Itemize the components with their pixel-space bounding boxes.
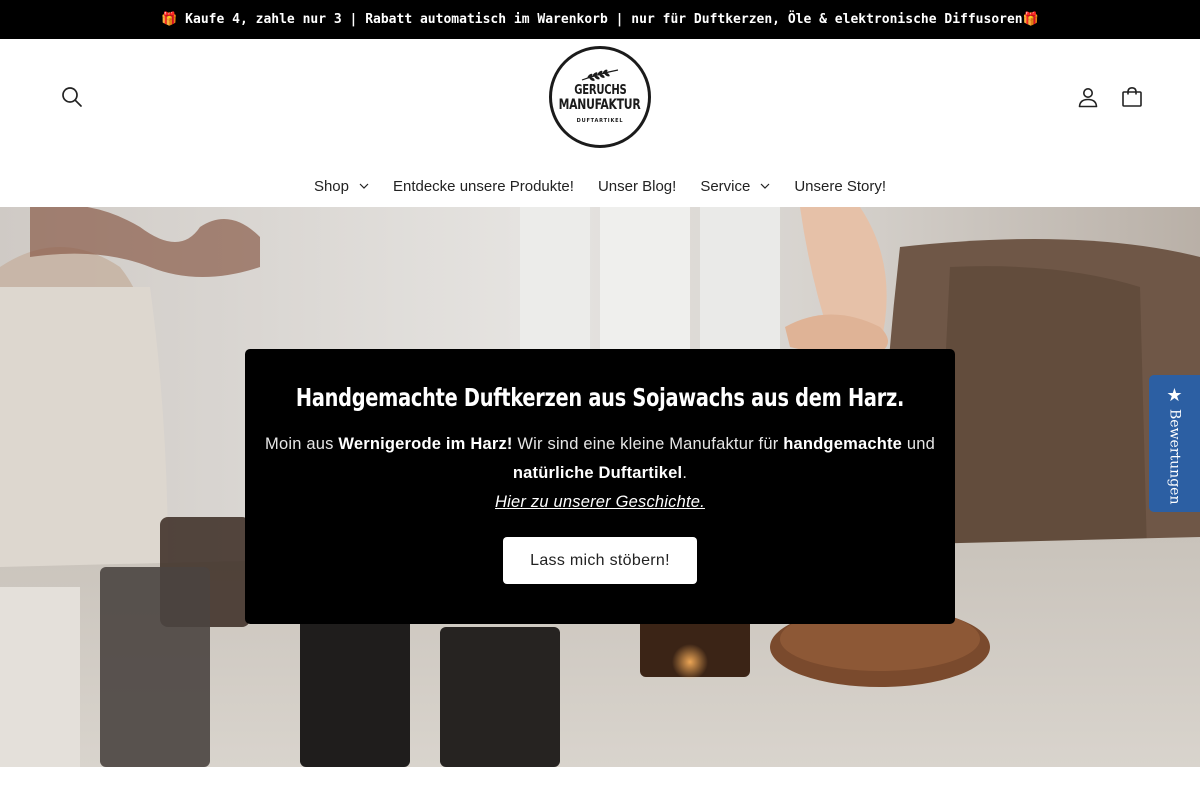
hero-text-line2: natürliche Duftartikel. (245, 459, 955, 488)
nav-item-label: Service (700, 177, 751, 195)
hero-text: Moin aus Wernigerode im Harz! Wir sind e… (245, 430, 955, 517)
hero-text-and: und (902, 435, 935, 453)
hero-card: Handgemachte Duftkerzen aus Sojawachs au… (245, 349, 955, 624)
announcement-text: 🎁 Kaufe 4, zahle nur 3 | Rabatt automati… (161, 12, 1039, 27)
hero-text-intro: Moin aus (265, 435, 339, 453)
logo-line2: MANUFAKTUR (559, 96, 641, 113)
logo-line1: GERUCHS (573, 82, 627, 98)
hero-banner: Handgemachte Duftkerzen aus Sojawachs au… (0, 207, 1200, 767)
hero-text-end: . (682, 464, 688, 482)
account-icon (1078, 88, 1098, 108)
nav-item-service[interactable]: Service (688, 178, 782, 195)
search-icon (62, 87, 82, 107)
search-button[interactable] (52, 77, 92, 117)
nav-item-products[interactable]: Entdecke unsere Produkte! (381, 178, 586, 195)
reviews-tab-label: Bewertungen (1166, 409, 1183, 505)
hero-text-bold-natural: natürliche Duftartikel (512, 464, 683, 482)
nav-item-shop[interactable]: Shop (302, 178, 381, 195)
nav-item-label: Shop (313, 177, 349, 195)
nav-item-label: Unser Blog! (597, 177, 677, 195)
lavender-sprig-icon (581, 68, 619, 81)
announcement-bar: 🎁 Kaufe 4, zahle nur 3 | Rabatt automati… (0, 0, 1200, 39)
nav-item-label: Entdecke unsere Produkte! (392, 177, 574, 195)
hero-text-line3: Hier zu unserer Geschichte. (245, 488, 955, 517)
hero-text-line1: Moin aus Wernigerode im Harz! Wir sind e… (245, 430, 955, 459)
chevron-down-icon (359, 183, 369, 189)
hero-text-bold-location: Wernigerode im Harz! (338, 435, 513, 453)
hero-text-mid: Wir sind eine kleine Manufaktur für (512, 435, 784, 453)
site-header: GERUCHS MANUFAKTUR DUFTARTIKEL Shop Entd… (0, 39, 1200, 207)
reviews-tab[interactable]: ★ Bewertungen (1149, 375, 1200, 512)
browse-button[interactable]: Lass mich stöbern! (503, 537, 697, 584)
hero-text-bold-handmade: handgemachte (783, 435, 903, 453)
nav-item-label: Unsere Story! (794, 177, 887, 195)
nav-item-blog[interactable]: Unser Blog! (586, 178, 688, 195)
cart-button[interactable] (1112, 77, 1152, 117)
hero-title: Handgemachte Duftkerzen aus Sojawachs au… (295, 383, 905, 412)
cart-icon (1122, 86, 1142, 107)
chevron-down-icon (760, 183, 770, 189)
main-nav: Shop Entdecke unsere Produkte! Unser Blo… (0, 166, 1200, 206)
site-logo[interactable]: GERUCHS MANUFAKTUR DUFTARTIKEL (549, 46, 651, 148)
account-button[interactable] (1068, 77, 1108, 117)
logo-subline: DUFTARTIKEL (576, 117, 624, 124)
nav-item-story[interactable]: Unsere Story! (782, 178, 898, 195)
story-link[interactable]: Hier zu unserer Geschichte. (495, 493, 705, 511)
star-icon: ★ (1166, 385, 1183, 406)
